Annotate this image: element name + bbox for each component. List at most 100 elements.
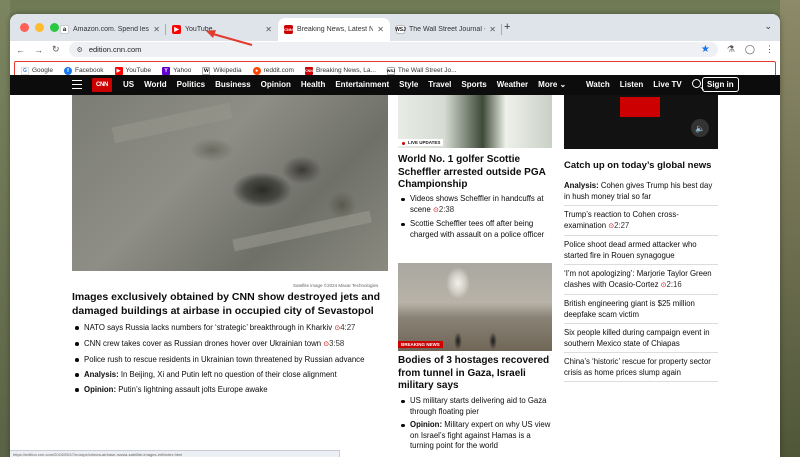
bookmark-star-icon[interactable]: ★	[701, 44, 710, 55]
close-tab-icon[interactable]: ✕	[265, 25, 272, 34]
nav-us[interactable]: US	[123, 80, 134, 89]
tab-amazon[interactable]: a Amazon.com. Spend less. Sm ✕	[54, 18, 166, 41]
sign-in-button[interactable]: Sign in	[702, 77, 739, 92]
list-item[interactable]: Police shoot dead armed attacker who sta…	[564, 237, 718, 265]
minimize-window-button[interactable]	[35, 23, 44, 32]
list-item[interactable]: NATO says Russia lacks numbers for ‘stra…	[72, 323, 388, 334]
tab-cnn[interactable]: CNN Breaking News, Latest News ✕	[278, 18, 390, 41]
nav-listen[interactable]: Listen	[620, 80, 644, 89]
list-item[interactable]: Six people killed during campaign event …	[564, 325, 718, 353]
bookmark-yahoo[interactable]: Y Yahoo	[162, 66, 191, 75]
bookmark-youtube[interactable]: ▶ YouTube	[114, 66, 152, 75]
list-item[interactable]: US military starts delivering aid to Gaz…	[398, 396, 552, 417]
close-window-button[interactable]	[20, 23, 29, 32]
nav-style[interactable]: Style	[399, 80, 418, 89]
forward-icon[interactable]: →	[34, 45, 43, 55]
list-item[interactable]: Analysis: Cohen gives Trump his best day…	[564, 179, 718, 206]
nav-sports[interactable]: Sports	[461, 80, 486, 89]
cnn-logo[interactable]: CNN	[92, 78, 112, 92]
list-item[interactable]: Videos shows Scheffler in handcuffs at s…	[398, 194, 552, 216]
list-item[interactable]: British engineering giant is $25 million…	[564, 296, 718, 324]
gaza-headline[interactable]: Bodies of 3 hostages recovered from tunn…	[398, 355, 552, 393]
lab-flask-icon[interactable]: ⚗	[727, 44, 735, 55]
status-bar: https://edition.cnn.com/2024/05/17/europ…	[10, 450, 340, 457]
nav-live-tv[interactable]: Live TV	[653, 80, 681, 89]
list-item[interactable]: China’s ‘historic’ rescue for property s…	[564, 354, 718, 382]
site-info-icon[interactable]: ⚙	[77, 46, 83, 54]
nav-more[interactable]: More ⌄	[538, 80, 566, 89]
nav-entertainment[interactable]: Entertainment	[335, 80, 389, 89]
close-tab-icon[interactable]: ✕	[489, 25, 496, 34]
bookmark-wsj[interactable]: WSJ The Wall Street Jo...	[387, 66, 457, 75]
amazon-icon: a	[60, 25, 69, 34]
video-duration: 2:27	[614, 220, 630, 230]
bookmark-google[interactable]: G Google	[21, 66, 53, 75]
cnn-icon: CNN	[284, 25, 293, 34]
cnn-logo-large	[620, 97, 660, 117]
menu-kebab-icon[interactable]: ⋮	[765, 44, 774, 55]
bookmark-label: reddit.com	[263, 67, 294, 74]
scheffler-headline[interactable]: World No. 1 golfer Scottie Scheffler arr…	[398, 154, 552, 192]
bullet-prefix: Analysis:	[84, 370, 119, 379]
list-item[interactable]: Police rush to rescue residents in Ukrai…	[72, 355, 388, 365]
bullet-text: Police rush to rescue residents in Ukrai…	[84, 355, 365, 364]
bullet-text: Scottie Scheffler tees off after being c…	[410, 219, 545, 239]
main-headline[interactable]: Images exclusively obtained by CNN show …	[72, 291, 388, 318]
satellite-image[interactable]	[72, 95, 388, 271]
bookmark-wikipedia[interactable]: W Wikipedia	[202, 66, 242, 75]
list-item[interactable]: Opinion: Putin’s lightning assault jolts…	[72, 385, 388, 395]
list-item[interactable]: ‘I’m not apologizing’: Marjorie Taylor G…	[564, 266, 718, 295]
bookmark-cnn[interactable]: CNN Breaking News, La...	[304, 66, 376, 75]
list-item[interactable]: Scottie Scheffler tees off after being c…	[398, 219, 552, 240]
bullet-text: NATO says Russia lacks numbers for ‘stra…	[84, 323, 333, 332]
gaza-image[interactable]	[398, 263, 552, 351]
bookmark-label: Wikipedia	[213, 67, 242, 74]
bullet-text: Videos shows Scheffler in handcuffs at s…	[410, 194, 544, 214]
bookmark-label: YouTube	[125, 67, 152, 74]
video-player[interactable]: 🔈	[564, 95, 718, 149]
video-duration: 4:27	[340, 323, 356, 332]
nav-politics[interactable]: Politics	[177, 80, 205, 89]
desktop-background-right	[780, 0, 800, 457]
mute-speaker-icon[interactable]: 🔈	[691, 119, 709, 137]
reload-icon[interactable]: ↻	[52, 44, 60, 55]
item-text: China’s ‘historic’ rescue for property s…	[564, 357, 711, 377]
tab-search-chevron-icon[interactable]: ⌄	[764, 21, 772, 32]
nav-business[interactable]: Business	[215, 80, 251, 89]
search-icon[interactable]	[691, 79, 701, 88]
tab-title: The Wall Street Journal - Bre	[409, 26, 485, 33]
nav-opinion[interactable]: Opinion	[261, 80, 291, 89]
image-caption: Satellite image ©2024 Maxar Technologies	[293, 283, 379, 288]
bullet-prefix: Opinion:	[410, 420, 443, 429]
close-tab-icon[interactable]: ✕	[377, 25, 384, 34]
nav-weather[interactable]: Weather	[497, 80, 528, 89]
bookmark-reddit[interactable]: ● reddit.com	[252, 66, 294, 75]
hamburger-menu-icon[interactable]	[72, 80, 82, 91]
back-icon[interactable]: ←	[16, 45, 25, 55]
nav-watch[interactable]: Watch	[586, 80, 610, 89]
address-bar[interactable]: ⚙ edition.cnn.com ★	[68, 42, 718, 57]
bookmark-facebook[interactable]: f Facebook	[63, 66, 104, 75]
list-item[interactable]: CNN crew takes cover as Russian drones h…	[72, 339, 388, 350]
tab-youtube[interactable]: ▶ YouTube ✕	[166, 18, 278, 41]
nav-more-label: More	[538, 80, 558, 89]
nav-travel[interactable]: Travel	[428, 80, 451, 89]
new-tab-button[interactable]: +	[504, 21, 510, 33]
list-item[interactable]: Analysis: In Beijing, Xi and Putin left …	[72, 370, 388, 380]
breaking-news-badge: BREAKING NEWS	[398, 341, 443, 348]
tab-title: Amazon.com. Spend less. Sm	[73, 26, 149, 33]
bullet-text: US military starts delivering aid to Gaz…	[410, 396, 547, 416]
tab-wsj[interactable]: WSJ The Wall Street Journal - Bre ✕	[390, 18, 502, 41]
close-tab-icon[interactable]: ✕	[153, 25, 160, 34]
list-item[interactable]: Trump’s reaction to Cohen cross-examinat…	[564, 207, 718, 236]
nav-health[interactable]: Health	[301, 80, 325, 89]
youtube-icon: ▶	[172, 25, 181, 34]
nav-world[interactable]: World	[144, 80, 167, 89]
profile-icon[interactable]: ◯	[745, 44, 755, 55]
desktop-background	[0, 0, 10, 457]
bookmark-label: Google	[32, 67, 53, 74]
yahoo-icon: Y	[162, 66, 171, 75]
list-item[interactable]: Opinion: Military expert on why US view …	[398, 420, 552, 452]
bookmark-label: Facebook	[74, 67, 104, 74]
item-text: British engineering giant is $25 million…	[564, 299, 695, 319]
